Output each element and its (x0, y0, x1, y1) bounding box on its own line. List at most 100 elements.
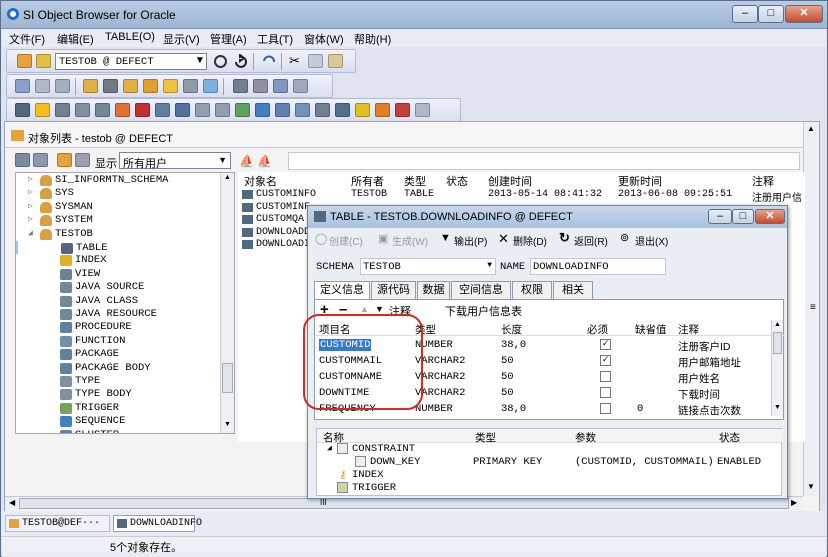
edit-sql-icon[interactable] (35, 79, 50, 93)
scroll-down-icon[interactable]: ▼ (807, 482, 815, 491)
column-length-cell[interactable]: 50 (501, 371, 514, 383)
user-tool-icon[interactable] (83, 79, 98, 93)
profile-icon[interactable] (163, 79, 178, 93)
column-length-cell[interactable]: 50 (501, 387, 514, 399)
collapse-arrow-icon[interactable]: ◢ (327, 443, 332, 453)
misc-type-icon[interactable] (415, 103, 430, 117)
job-type-icon[interactable] (355, 103, 370, 117)
required-checkbox[interactable] (600, 403, 611, 414)
constraint-row[interactable]: TRIGGER (317, 482, 783, 495)
paste-icon[interactable] (328, 54, 343, 68)
table-type-icon[interactable] (15, 103, 30, 117)
tab-space[interactable]: 空间信息 (451, 281, 511, 299)
cluster-type-icon[interactable] (275, 103, 290, 117)
java-type-icon[interactable] (95, 103, 110, 117)
minimize-button[interactable]: – (732, 5, 758, 23)
queue-type-icon[interactable] (335, 103, 350, 117)
db-icon[interactable] (103, 79, 118, 93)
maximize-button[interactable]: □ (758, 5, 784, 23)
generate-button[interactable]: 生成(W) (392, 233, 428, 248)
collapse-arrow-icon[interactable]: ◢ (28, 228, 33, 238)
column-length-cell[interactable]: 38,0 (501, 403, 526, 415)
dialog-maximize-button[interactable]: □ (732, 209, 754, 224)
create-button[interactable]: 创建(C) (329, 233, 363, 248)
tree-view-icon[interactable] (15, 153, 30, 167)
tree-scroll-thumb[interactable] (222, 363, 233, 393)
tab-privilege[interactable]: 权限 (512, 281, 552, 299)
col-header-comment[interactable]: 注释 (752, 173, 774, 189)
scroll-down-icon[interactable]: ▼ (774, 404, 781, 411)
menu-window[interactable]: 窗体(W) (304, 31, 344, 47)
expand-arrow-icon[interactable]: ▷ (28, 214, 33, 224)
cut-icon[interactable]: ✂ (289, 53, 300, 69)
trigger-type-icon[interactable] (235, 103, 250, 117)
synonym-type-icon[interactable] (75, 103, 90, 117)
scroll-up-icon[interactable]: ▲ (774, 321, 781, 328)
role-icon[interactable] (143, 79, 158, 93)
required-checkbox[interactable]: ✓ (600, 355, 611, 366)
required-checkbox[interactable] (600, 371, 611, 382)
show-select[interactable]: 所有用户 ▼ (119, 152, 231, 170)
name-input[interactable]: DOWNLOADINFO (530, 258, 666, 275)
list-item[interactable]: CUSTOMINFO TESTOB TABLE 2013-05-14 08:41:32… (238, 189, 805, 205)
disconnect-icon[interactable] (36, 54, 51, 68)
col-header-status[interactable]: 状态 (446, 173, 468, 189)
tab-definition[interactable]: 定义信息 (314, 281, 370, 299)
snapshot-type-icon[interactable] (315, 103, 330, 117)
menu-file[interactable]: 文件(F) (9, 31, 45, 47)
procedure-type-icon[interactable] (115, 103, 130, 117)
grid-scroll-thumb[interactable] (773, 332, 782, 354)
object-tree[interactable]: ▷ SI_INFORMTN_SCHEMA ▷ SYS ▷ SYSMAN ▷ SYSTEM ◢ TE… (15, 172, 235, 434)
expand-arrow-icon[interactable]: ▷ (28, 174, 33, 184)
return-button[interactable]: 返回(R) (574, 233, 608, 248)
find-icon[interactable]: ⛵ (239, 154, 254, 168)
view-type-icon[interactable] (55, 103, 70, 117)
type-type-icon[interactable] (195, 103, 210, 117)
col-header-owner[interactable]: 所有者 (351, 173, 384, 189)
undo-icon[interactable] (261, 54, 276, 69)
splitter-grip-icon[interactable]: ≡ (810, 302, 816, 313)
filter-icon[interactable] (57, 153, 72, 167)
type-body-type-icon[interactable] (215, 103, 230, 117)
col-header-created[interactable]: 创建时间 (488, 173, 532, 189)
package-body-type-icon[interactable] (175, 103, 190, 117)
menu-view[interactable]: 显示(V) (163, 31, 200, 47)
scroll-up-icon[interactable]: ▲ (224, 174, 231, 181)
connection-select[interactable]: TESTOB @ DEFECT ▼ (55, 53, 207, 70)
taskbar-item-table[interactable]: DOWNLOADINFO (113, 515, 202, 532)
expand-arrow-icon[interactable]: ▷ (28, 187, 33, 197)
menu-help[interactable]: 帮助(H) (354, 31, 391, 47)
grid-vscroll[interactable]: ▲ ▼ (771, 320, 783, 416)
reload-icon[interactable] (233, 54, 248, 69)
find-input[interactable] (288, 152, 800, 170)
col-header-name[interactable]: 对象名 (244, 173, 277, 189)
close-button[interactable]: ✕ (785, 5, 823, 23)
stats-icon[interactable] (293, 79, 308, 93)
column-comment-cell[interactable]: 用户姓名 (678, 371, 720, 386)
dialog-close-button[interactable]: ✕ (755, 209, 785, 224)
import-icon[interactable] (253, 79, 268, 93)
lock-icon[interactable] (123, 79, 138, 93)
constraint-row[interactable]: ◢ CONSTRAINT (317, 443, 783, 456)
dblink-type-icon[interactable] (295, 103, 310, 117)
scroll-down-icon[interactable]: ▼ (224, 421, 231, 428)
column-comment-cell[interactable]: 链接点击次数 (678, 403, 741, 418)
constraint-row[interactable]: ⚷ INDEX (317, 469, 783, 482)
menu-tools[interactable]: 工具(T) (257, 31, 293, 47)
connect-icon[interactable] (17, 54, 32, 68)
sql-icon[interactable] (15, 79, 30, 93)
package-type-icon[interactable] (155, 103, 170, 117)
required-checkbox[interactable]: ✓ (600, 339, 611, 350)
column-comment-cell[interactable]: 用户邮箱地址 (678, 355, 741, 370)
menu-manage[interactable]: 管理(A) (210, 31, 247, 47)
tree-list-icon[interactable] (33, 153, 48, 167)
comment-input[interactable]: 下载用户信息表 (445, 301, 645, 318)
session-icon[interactable] (203, 79, 218, 93)
column-type-cell[interactable]: NUMBER (415, 403, 453, 415)
copy-icon[interactable] (308, 54, 323, 68)
export-icon[interactable] (233, 79, 248, 93)
column-comment-cell[interactable]: 下载时间 (678, 387, 720, 402)
find-next-icon[interactable]: ⛵ (257, 154, 272, 168)
delete-button[interactable]: 删除(D) (513, 233, 547, 248)
menu-table[interactable]: TABLE(O) (105, 31, 155, 43)
